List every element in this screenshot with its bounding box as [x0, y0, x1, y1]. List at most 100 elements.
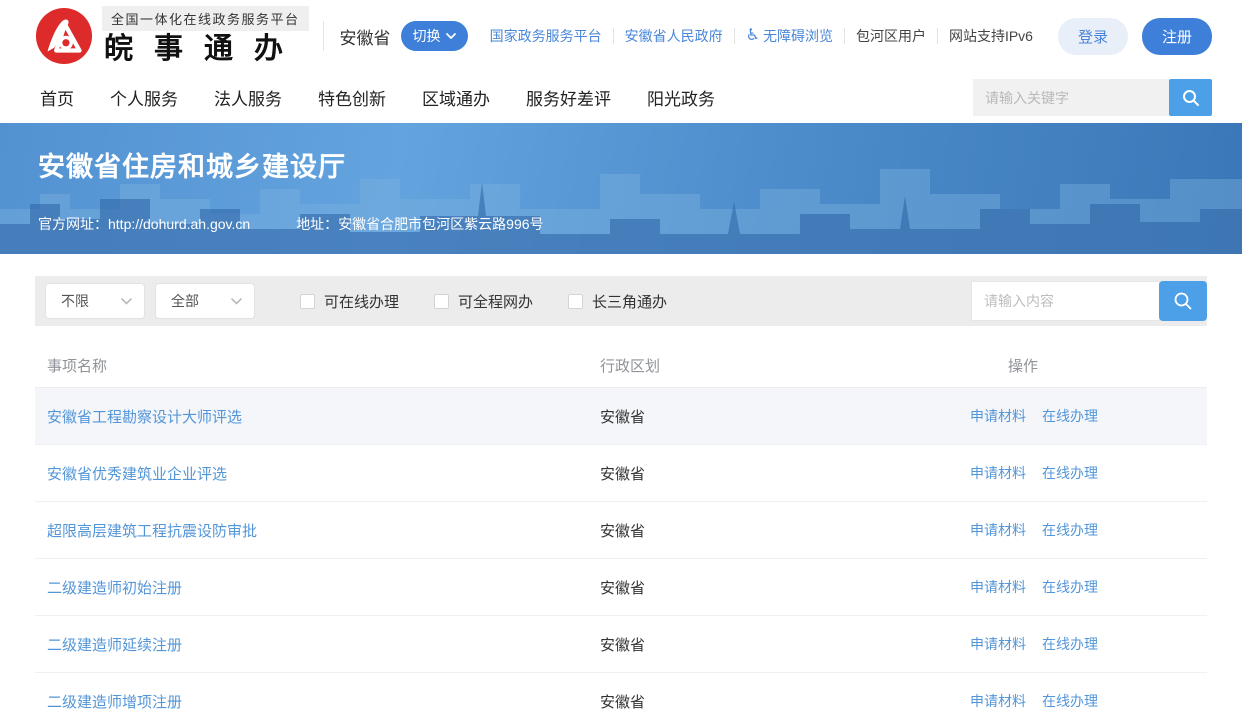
chevron-down-icon [121, 298, 132, 305]
row-actions: 申请材料 在线办理 [970, 577, 1207, 597]
online-handle-link[interactable]: 在线办理 [1042, 520, 1098, 540]
table-row: 超限高层建筑工程抗震设防审批 安徽省 申请材料 在线办理 [35, 502, 1207, 559]
service-region: 安徽省 [600, 577, 970, 598]
apply-materials-link[interactable]: 申请材料 [970, 577, 1026, 597]
chevron-down-icon [446, 33, 456, 39]
header-search-button[interactable] [1169, 79, 1212, 116]
apply-materials-link[interactable]: 申请材料 [970, 634, 1026, 654]
nav-item-featured[interactable]: 特色创新 [318, 90, 386, 109]
switch-label: 切换 [413, 26, 441, 46]
col-header-region: 行政区划 [600, 355, 970, 376]
checkbox-yangtze-delta[interactable]: 长三角通办 [568, 291, 667, 312]
category-filter-select[interactable]: 全部 [155, 283, 255, 319]
nav-item-corporate[interactable]: 法人服务 [214, 90, 282, 109]
row-actions: 申请材料 在线办理 [970, 406, 1207, 426]
services-table: 事项名称 行政区划 操作 安徽省工程勘察设计大师评选 安徽省 申请材料 在线办理… [35, 326, 1207, 727]
checkbox-online-handling[interactable]: 可在线办理 [300, 291, 399, 312]
header-search [973, 79, 1212, 116]
nav-list: 首页 个人服务 法人服务 特色创新 区域通办 服务好差评 阳光政务 [40, 85, 751, 110]
service-link[interactable]: 安徽省工程勘察设计大师评选 [35, 406, 600, 427]
col-header-actions: 操作 [970, 355, 1207, 376]
checkbox-icon [568, 294, 583, 309]
nav-item-personal[interactable]: 个人服务 [110, 90, 178, 109]
chevron-down-icon [231, 298, 242, 305]
top-header: 全国一体化在线政务服务平台 皖事通办 安徽省 切换 国家政务服务平台 安徽省人民… [0, 0, 1242, 72]
table-row: 二级建造师增项注册 安徽省 申请材料 在线办理 [35, 673, 1207, 727]
online-handle-link[interactable]: 在线办理 [1042, 463, 1098, 483]
department-title: 安徽省住房和城乡建设厅 [0, 123, 1242, 184]
service-region: 安徽省 [600, 520, 970, 541]
nav-item-feedback[interactable]: 服务好差评 [526, 90, 611, 109]
accessibility-label: 无障碍浏览 [763, 28, 833, 44]
brand-title: 皖事通办 [104, 33, 309, 66]
checkbox-icon [300, 294, 315, 309]
service-region: 安徽省 [600, 463, 970, 484]
service-link[interactable]: 二级建造师初始注册 [35, 577, 600, 598]
row-actions: 申请材料 在线办理 [970, 520, 1207, 540]
table-header: 事项名称 行政区划 操作 [35, 326, 1207, 388]
search-icon [1172, 290, 1194, 312]
table-row: 二级建造师初始注册 安徽省 申请材料 在线办理 [35, 559, 1207, 616]
online-handle-link[interactable]: 在线办理 [1042, 691, 1098, 711]
apply-materials-link[interactable]: 申请材料 [970, 520, 1026, 540]
header-divider [323, 21, 324, 51]
header-search-input[interactable] [973, 79, 1169, 116]
online-handle-link[interactable]: 在线办理 [1042, 406, 1098, 426]
region-filter-value: 不限 [61, 291, 89, 311]
nav-item-home[interactable]: 首页 [40, 90, 74, 109]
service-link[interactable]: 二级建造师延续注册 [35, 634, 600, 655]
department-banner: 安徽省住房和城乡建设厅 官方网址：http://dohurd.ah.gov.cn… [0, 123, 1242, 254]
filter-bar: 不限 全部 可在线办理 可全程网办 长三角通办 [35, 276, 1207, 326]
region-filter-select[interactable]: 不限 [45, 283, 145, 319]
online-handle-link[interactable]: 在线办理 [1042, 634, 1098, 654]
service-region: 安徽省 [600, 634, 970, 655]
checkbox-icon [434, 294, 449, 309]
region-label: 安徽省 [340, 24, 391, 49]
checkbox-label: 长三角通办 [592, 291, 667, 312]
checkbox-full-online[interactable]: 可全程网办 [434, 291, 533, 312]
nav-item-transparency[interactable]: 阳光政务 [647, 90, 715, 109]
list-search [971, 281, 1207, 321]
row-actions: 申请材料 在线办理 [970, 691, 1207, 711]
row-actions: 申请材料 在线办理 [970, 463, 1207, 483]
checkbox-label: 可全程网办 [458, 291, 533, 312]
department-address: 地址：安徽省合肥市包河区紫云路996号 [296, 214, 543, 234]
online-handle-link[interactable]: 在线办理 [1042, 577, 1098, 597]
table-row: 安徽省工程勘察设计大师评选 安徽省 申请材料 在线办理 [35, 388, 1207, 445]
logo-text: 全国一体化在线政务服务平台 皖事通办 [102, 6, 309, 66]
register-button[interactable]: 注册 [1142, 18, 1212, 55]
checkbox-label: 可在线办理 [324, 291, 399, 312]
col-header-name: 事项名称 [35, 355, 600, 376]
nav-item-regional[interactable]: 区域通办 [422, 90, 490, 109]
search-icon [1181, 88, 1201, 108]
department-info: 官方网址：http://dohurd.ah.gov.cn 地址：安徽省合肥市包河… [0, 184, 1242, 234]
logo-icon [35, 7, 93, 65]
link-accessibility[interactable]: ♿ 无障碍浏览 [735, 28, 845, 44]
apply-materials-link[interactable]: 申请材料 [970, 691, 1026, 711]
wheelchair-icon: ♿ [746, 28, 760, 44]
table-row: 二级建造师延续注册 安徽省 申请材料 在线办理 [35, 616, 1207, 673]
link-anhui-gov[interactable]: 安徽省人民政府 [614, 28, 735, 44]
list-search-input[interactable] [971, 281, 1159, 321]
link-national-platform[interactable]: 国家政务服务平台 [479, 28, 614, 44]
list-search-button[interactable] [1159, 281, 1207, 321]
platform-tag: 全国一体化在线政务服务平台 [102, 6, 309, 31]
login-button[interactable]: 登录 [1058, 18, 1128, 55]
service-link[interactable]: 安徽省优秀建筑业企业评选 [35, 463, 600, 484]
apply-materials-link[interactable]: 申请材料 [970, 463, 1026, 483]
region-switch-button[interactable]: 切换 [401, 21, 468, 51]
table-row: 安徽省优秀建筑业企业评选 安徽省 申请材料 在线办理 [35, 445, 1207, 502]
service-link[interactable]: 二级建造师增项注册 [35, 691, 600, 712]
top-links: 国家政务服务平台 安徽省人民政府 ♿ 无障碍浏览 包河区用户 网站支持IPv6 [479, 28, 1044, 44]
service-region: 安徽省 [600, 691, 970, 712]
link-baohe-user[interactable]: 包河区用户 [845, 28, 938, 44]
site-logo[interactable]: 全国一体化在线政务服务平台 皖事通办 [35, 6, 309, 66]
department-website: 官方网址：http://dohurd.ah.gov.cn [38, 214, 250, 234]
service-link[interactable]: 超限高层建筑工程抗震设防审批 [35, 520, 600, 541]
row-actions: 申请材料 在线办理 [970, 634, 1207, 654]
main-nav: 首页 个人服务 法人服务 特色创新 区域通办 服务好差评 阳光政务 [0, 72, 1242, 123]
link-ipv6[interactable]: 网站支持IPv6 [938, 28, 1044, 44]
category-filter-value: 全部 [171, 291, 199, 311]
apply-materials-link[interactable]: 申请材料 [970, 406, 1026, 426]
service-region: 安徽省 [600, 406, 970, 427]
